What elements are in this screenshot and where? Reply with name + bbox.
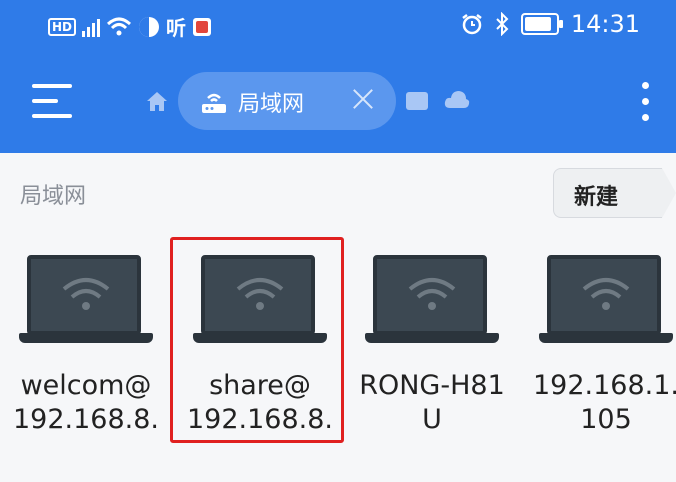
toolbar: 局域网 xyxy=(0,66,676,136)
device-name: RONG-H81 U xyxy=(359,370,505,435)
tab-label: 局域网 xyxy=(238,92,305,117)
notification-icon xyxy=(193,17,212,36)
wifi-icon xyxy=(107,17,132,35)
cloud-icon[interactable] xyxy=(443,88,471,110)
hamburger-icon[interactable] xyxy=(32,84,72,118)
device-item[interactable]: welcom@ 192.168.8. xyxy=(6,255,166,437)
clock-time: 14:31 xyxy=(570,10,640,38)
box-icon[interactable] xyxy=(406,92,428,110)
new-button-label: 新建 xyxy=(574,185,619,210)
laptop-wifi-icon xyxy=(539,255,673,347)
device-item[interactable]: RONG-H81 U xyxy=(352,255,512,437)
alarm-icon xyxy=(462,14,482,35)
breadcrumb[interactable]: 局域网 xyxy=(20,178,86,210)
highlight-box xyxy=(170,237,344,443)
laptop-wifi-icon xyxy=(365,255,499,347)
app-bar: HD 听 14:31 局域网 xyxy=(0,0,676,153)
router-icon xyxy=(202,93,226,113)
bluetooth-icon xyxy=(496,12,509,36)
home-icon[interactable] xyxy=(145,90,169,112)
device-name: welcom@ 192.168.8. xyxy=(13,370,159,435)
status-bar: HD 听 14:31 xyxy=(0,0,676,52)
ting-icon: 听 xyxy=(166,16,187,40)
status-icons-right: 14:31 xyxy=(461,10,640,38)
device-item[interactable]: 192.168.1. 105 xyxy=(526,255,676,437)
status-icons-left: HD 听 xyxy=(48,12,212,41)
tab-lan[interactable]: 局域网 xyxy=(178,72,396,130)
close-icon[interactable] xyxy=(352,88,374,110)
signal-icon xyxy=(82,17,101,37)
laptop-wifi-icon xyxy=(19,255,153,347)
battery-icon xyxy=(520,13,563,35)
device-name: 192.168.1. 105 xyxy=(533,370,676,435)
more-vertical-icon[interactable] xyxy=(640,80,650,124)
hd-icon: HD xyxy=(48,17,77,36)
shield-icon xyxy=(139,16,160,37)
new-button[interactable]: 新建 xyxy=(553,168,676,218)
